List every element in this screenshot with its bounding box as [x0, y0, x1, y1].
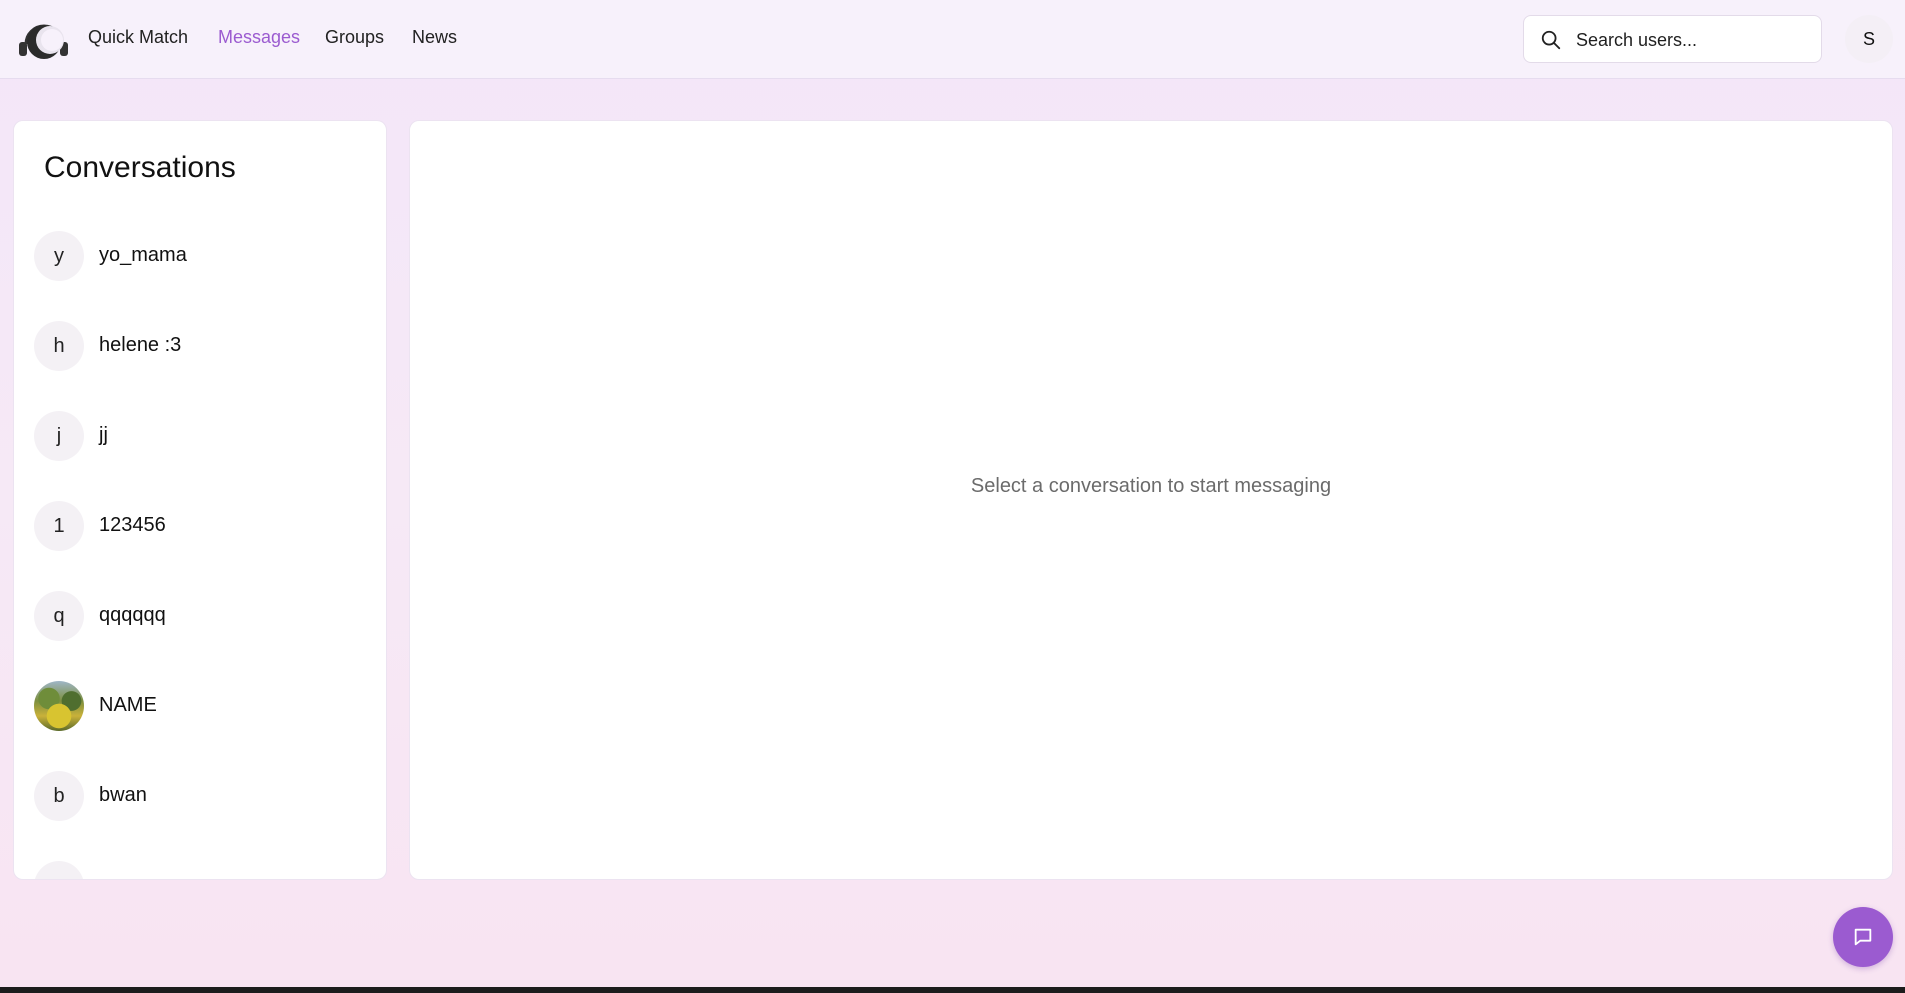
- chat-fab-button[interactable]: [1833, 907, 1893, 967]
- user-avatar[interactable]: S: [1845, 15, 1893, 63]
- headphones-moon-logo[interactable]: [16, 16, 71, 64]
- bottom-bar: [0, 987, 1905, 993]
- conversation-item[interactable]: y yo_mama: [14, 231, 386, 321]
- conversation-name: NAME: [99, 694, 157, 716]
- conversations-title: Conversations: [44, 151, 236, 184]
- avatar: [34, 861, 84, 879]
- avatar: b: [34, 771, 84, 821]
- conversation-item[interactable]: q qqqqqq: [14, 591, 386, 681]
- conversation-name: jj: [99, 424, 108, 446]
- conversation-name: bwan: [99, 784, 147, 806]
- search-icon: [1541, 30, 1561, 50]
- conversation-name: 123456: [99, 514, 166, 536]
- conversation-name: qqqqqq: [99, 604, 166, 626]
- nav-messages[interactable]: Messages: [218, 27, 300, 48]
- conversations-panel: Conversations y yo_mama h helene :3 j jj…: [13, 120, 387, 880]
- conversation-item[interactable]: b bwan: [14, 771, 386, 861]
- avatar: y: [34, 231, 84, 281]
- conversation-item[interactable]: 1 123456: [14, 501, 386, 591]
- conversation-item[interactable]: [14, 861, 386, 879]
- top-navigation-bar: Quick Match Messages Groups News S: [0, 0, 1905, 79]
- avatar: 1: [34, 501, 84, 551]
- nav-groups[interactable]: Groups: [325, 27, 384, 48]
- conversation-name: helene :3: [99, 334, 182, 356]
- chat-bubble-icon: [1854, 928, 1872, 946]
- avatar: q: [34, 591, 84, 641]
- empty-state-message: Select a conversation to start messaging: [970, 475, 1332, 497]
- nav-quick-match[interactable]: Quick Match: [88, 27, 188, 48]
- message-panel: Select a conversation to start messaging: [409, 120, 1893, 880]
- conversation-name: yo_mama: [99, 244, 187, 266]
- avatar: j: [34, 411, 84, 461]
- conversation-item[interactable]: j jj: [14, 411, 386, 501]
- search-box: [1523, 15, 1822, 63]
- avatar-photo: [34, 681, 84, 731]
- conversation-item[interactable]: NAME: [14, 681, 386, 771]
- search-input[interactable]: [1574, 24, 1813, 56]
- conversation-item[interactable]: h helene :3: [14, 321, 386, 411]
- conversation-list: y yo_mama h helene :3 j jj 1 123456 q qq…: [14, 231, 386, 879]
- avatar: h: [34, 321, 84, 371]
- nav-news[interactable]: News: [412, 27, 457, 48]
